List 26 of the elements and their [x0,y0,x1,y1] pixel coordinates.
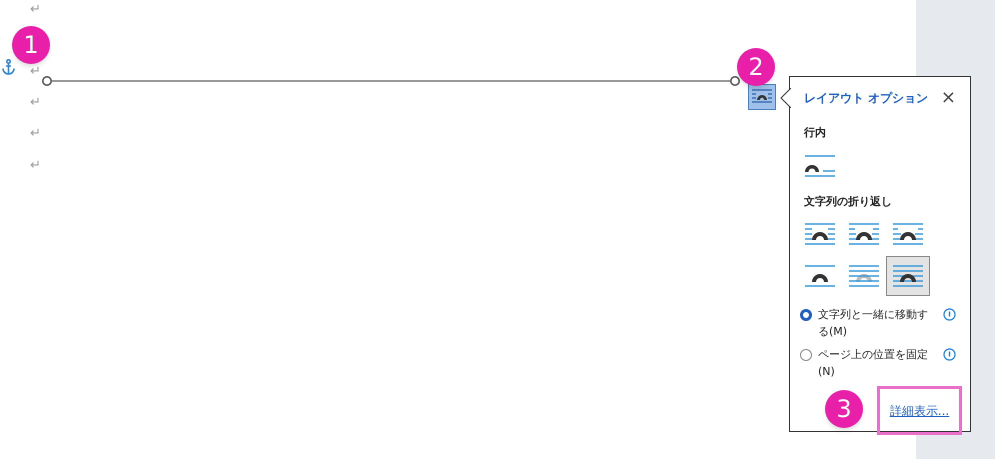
wrap-icon [891,221,925,247]
paragraph-mark: ↵ [30,65,41,78]
info-icon [943,308,956,321]
wrap-option-button[interactable] [886,256,930,296]
layout-options-button[interactable] [748,84,776,110]
wrap-icon [803,152,837,178]
section-heading: 行内 [804,125,827,141]
popup-title: レイアウト オプション [804,90,928,107]
paragraph-mark: ↵ [30,159,41,172]
wrap-icon [847,263,881,289]
paragraph-mark: ↵ [30,3,41,16]
wrap-icon [803,263,837,289]
wrap-icon [891,263,925,289]
section-heading: 文字列の折り返し [804,194,893,210]
paragraph-mark: ↵ [30,127,41,140]
radio-label: 文字列と一緒に移動する(M) [818,307,929,340]
wrap-icon [803,221,837,247]
more-options-link[interactable]: 詳細表示... [890,402,950,420]
paragraph-mark: ↵ [30,96,41,109]
wrap-icon [847,221,881,247]
radio-button[interactable] [800,309,812,321]
anchor-icon [2,59,15,75]
radio-button[interactable] [800,349,812,361]
close-button[interactable]: × [940,89,956,107]
radio-label: ページ上の位置を固定(N) [818,347,929,380]
info-icon [943,348,956,361]
